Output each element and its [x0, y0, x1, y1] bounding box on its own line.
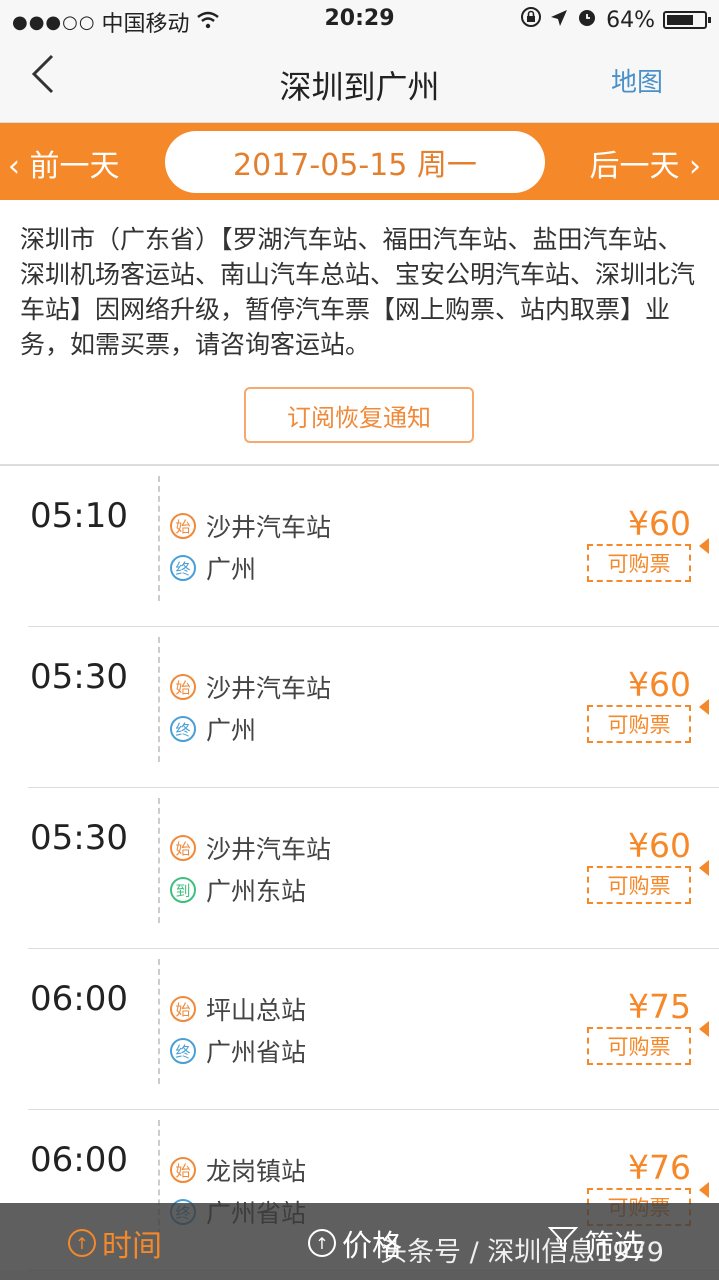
ticket-price: ¥76	[628, 1148, 691, 1187]
service-notice: 深圳市（广东省）【罗湖汽车站、福田汽车站、盐田汽车站、深圳机场客运站、南山汽车总…	[0, 200, 719, 466]
date-bar: ‹ 前一天 2017-05-15 周一 后一天 ›	[0, 123, 719, 200]
departure-time: 06:00	[30, 1140, 128, 1180]
chevron-left-icon: ‹	[8, 149, 30, 184]
departure-time: 05:10	[30, 496, 128, 536]
divider	[158, 798, 160, 923]
trip-row[interactable]: 06:00 始坪山总站终广州省站 ¥75 可购票	[0, 949, 719, 1110]
end-station-name: 广州省站	[206, 1038, 307, 1067]
status-right: 64%	[520, 6, 711, 34]
triangle-left-icon	[699, 1182, 709, 1198]
chevron-right-icon: ›	[679, 149, 701, 184]
ticket-price: ¥60	[628, 826, 691, 865]
start-station-name: 龙岗镇站	[206, 1157, 307, 1186]
end-station-name: 广州东站	[206, 877, 307, 906]
ticket-price: ¥75	[628, 987, 691, 1026]
location-icon	[550, 8, 568, 33]
end-badge-icon: 到	[170, 877, 196, 903]
trip-row[interactable]: 05:30 始沙井汽车站到广州东站 ¥60 可购票	[0, 788, 719, 949]
trip-row[interactable]: 05:10 始沙井汽车站终广州 ¥60 可购票	[0, 466, 719, 627]
battery-icon	[663, 11, 711, 29]
triangle-left-icon	[699, 1021, 709, 1037]
prev-day-button[interactable]: ‹ 前一天	[8, 141, 120, 185]
triangle-left-icon	[699, 538, 709, 554]
start-station-name: 沙井汽车站	[206, 835, 332, 864]
triangle-left-icon	[699, 699, 709, 715]
trip-row[interactable]: 05:30 始沙井汽车站终广州 ¥60 可购票	[0, 627, 719, 788]
watermark: 头条号 / 深圳信息1979	[380, 1237, 664, 1268]
prev-day-label: 前一天	[29, 149, 120, 184]
end-station: 终广州	[170, 550, 256, 586]
end-station: 到广州东站	[170, 872, 306, 908]
battery-percent: 64%	[606, 7, 655, 33]
date-selector[interactable]: 2017-05-15 周一	[165, 131, 545, 193]
alarm-icon	[576, 6, 598, 34]
start-badge-icon: 始	[170, 674, 196, 700]
divider	[158, 959, 160, 1084]
departure-time: 06:00	[30, 979, 128, 1019]
start-station: 始龙岗镇站	[170, 1152, 306, 1188]
end-station: 终广州省站	[170, 1033, 306, 1069]
end-badge-icon: 终	[170, 716, 196, 742]
end-badge-icon: 终	[170, 555, 196, 581]
divider	[158, 476, 160, 601]
start-station-name: 坪山总站	[206, 996, 307, 1025]
buy-ticket-button[interactable]: 可购票	[587, 1027, 691, 1065]
buy-ticket-button[interactable]: 可购票	[587, 866, 691, 904]
sort-time-label: 时间	[102, 1229, 162, 1264]
arrow-up-circle-icon: ↑	[68, 1229, 96, 1257]
divider	[158, 637, 160, 762]
start-badge-icon: 始	[170, 513, 196, 539]
status-bar: ●●●○○ 中国移动 20:29 64%	[0, 0, 719, 40]
arrow-up-circle-icon: ↑	[308, 1229, 336, 1257]
end-station: 终广州	[170, 711, 256, 747]
subscribe-button[interactable]: 订阅恢复通知	[244, 387, 474, 443]
sort-time-button[interactable]: ↑ 时间	[68, 1221, 162, 1265]
end-badge-icon: 终	[170, 1038, 196, 1064]
start-station: 始沙井汽车站	[170, 669, 331, 705]
start-badge-icon: 始	[170, 996, 196, 1022]
ticket-price: ¥60	[628, 504, 691, 543]
buy-ticket-button[interactable]: 可购票	[587, 705, 691, 743]
start-station: 始沙井汽车站	[170, 830, 331, 866]
ticket-price: ¥60	[628, 665, 691, 704]
map-button[interactable]: 地图	[611, 62, 663, 99]
next-day-button[interactable]: 后一天 ›	[589, 141, 701, 185]
start-station: 始沙井汽车站	[170, 508, 331, 544]
start-badge-icon: 始	[170, 835, 196, 861]
next-day-label: 后一天	[589, 149, 680, 184]
end-station-name: 广州	[206, 555, 257, 584]
notice-text: 深圳市（广东省）【罗湖汽车站、福田汽车站、盐田汽车站、深圳机场客运站、南山汽车总…	[20, 225, 696, 359]
start-station: 始坪山总站	[170, 991, 306, 1027]
start-station-name: 沙井汽车站	[206, 513, 332, 542]
triangle-left-icon	[699, 860, 709, 876]
departure-time: 05:30	[30, 657, 128, 697]
rotation-lock-icon	[520, 6, 542, 34]
end-station-name: 广州	[206, 716, 257, 745]
departure-time: 05:30	[30, 818, 128, 858]
buy-ticket-button[interactable]: 可购票	[587, 544, 691, 582]
start-station-name: 沙井汽车站	[206, 674, 332, 703]
nav-bar: 深圳到广州 地图	[0, 40, 719, 123]
start-badge-icon: 始	[170, 1157, 196, 1183]
